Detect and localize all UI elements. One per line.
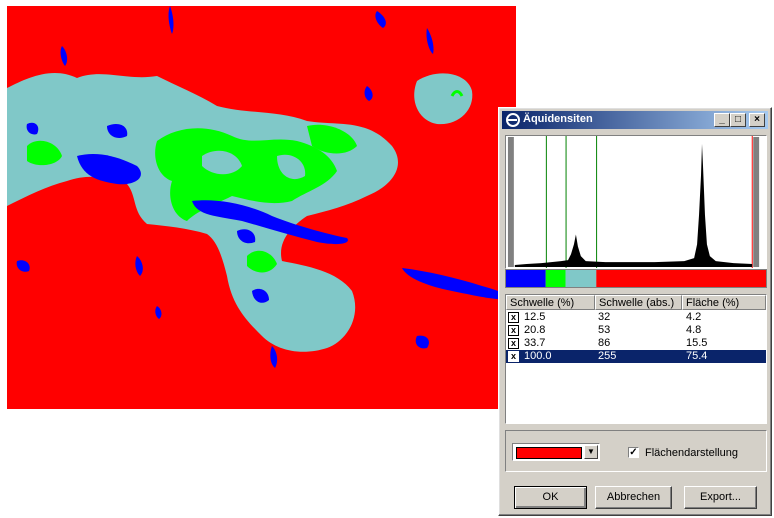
row-area: 75.4 [686,350,708,362]
histogram[interactable] [505,135,767,269]
flaechendarstellung-checkbox[interactable]: ✓ [628,447,639,458]
row-abs: 53 [598,324,611,336]
row-pct: 12.5 [524,311,546,323]
table-row[interactable]: x 33.7 86 15.5 [506,337,766,350]
row-checkbox[interactable]: x [508,338,519,349]
flaechendarstellung-label: Flächendarstellung [645,447,738,459]
maximize-button[interactable]: □ [730,113,746,127]
row-checkbox[interactable]: x [508,312,519,323]
row-area: 15.5 [686,337,708,349]
dialog-title: Äquidensiten [523,113,593,125]
close-button[interactable]: × [749,113,765,127]
threshold-table: Schwelle (%) Schwelle (abs.) Fläche (%) … [505,294,767,424]
row-pct: 33.7 [524,337,546,349]
header-flaeche[interactable]: Fläche (%) [682,295,766,310]
aequidensiten-dialog: Äquidensiten _ □ × Schwelle (%) Schwelle… [498,107,772,516]
row-checkbox[interactable]: x [508,351,519,362]
dialog-titlebar[interactable]: Äquidensiten _ □ × [502,111,768,129]
table-header: Schwelle (%) Schwelle (abs.) Fläche (%) [506,295,766,310]
table-row[interactable]: x 12.5 32 4.2 [506,311,766,324]
row-pct: 20.8 [524,324,546,336]
minimize-button[interactable]: _ [714,113,730,127]
table-row[interactable]: x 20.8 53 4.8 [506,324,766,337]
header-schwelle-pct[interactable]: Schwelle (%) [506,295,595,310]
table-row-selected[interactable]: x 100.0 255 75.4 [506,350,766,363]
row-checkbox[interactable]: x [508,325,519,336]
color-select[interactable]: ▼ [512,443,600,461]
row-abs: 86 [598,337,611,349]
row-pct: 100.0 [524,350,552,362]
header-schwelle-abs[interactable]: Schwelle (abs.) [595,295,682,310]
export-button[interactable]: Export... [684,486,757,509]
chevron-down-icon[interactable]: ▼ [584,445,598,459]
threshold-color-bar [505,269,767,288]
color-swatch [516,447,582,459]
ok-button[interactable]: OK [514,486,587,509]
app-e-icon [506,113,520,127]
row-abs: 255 [598,350,617,362]
cancel-button[interactable]: Abbrechen [595,486,672,509]
row-area: 4.2 [686,311,702,323]
row-abs: 32 [598,311,611,323]
segmented-image [7,6,516,409]
row-area: 4.8 [686,324,702,336]
